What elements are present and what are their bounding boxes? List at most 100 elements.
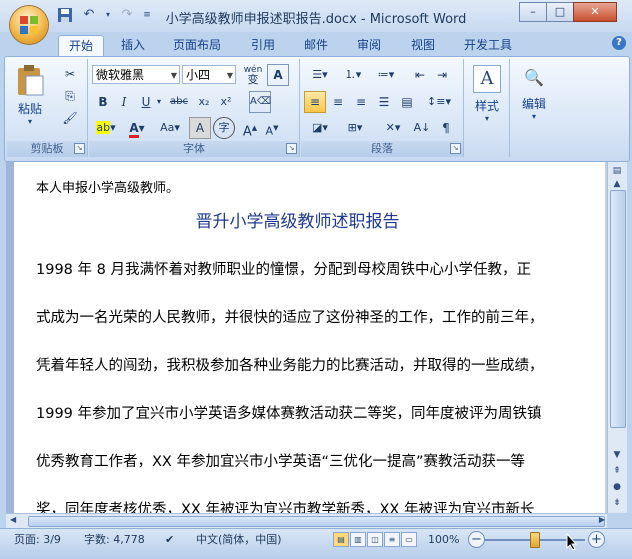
browse-object-icon[interactable]: ● [610,480,624,494]
increase-indent-icon[interactable]: ⇥ [431,64,453,86]
office-button[interactable] [10,6,48,44]
undo-icon[interactable]: ↶ [80,7,98,23]
align-center-icon[interactable]: ≡ [327,91,349,113]
mouse-cursor-icon [566,532,578,554]
close-button[interactable]: ✕ [573,2,617,22]
help-icon[interactable]: ? [612,36,626,50]
grow-font-icon[interactable]: A▲ [239,117,261,139]
distributed-icon[interactable]: ▤ [396,91,418,113]
underline-dropdown-icon[interactable]: ▾ [153,91,165,113]
copy-icon[interactable]: ⎘ [59,85,81,107]
qat-customize-icon[interactable]: ≡ [142,7,152,23]
document-area: 本人申报小学高级教师。 晋升小学高级教师述职报告 1998 年 8 月我满怀着对… [6,162,605,513]
line-spacing-icon[interactable]: ↕≡▾ [423,91,455,113]
sort-icon[interactable]: A↓ [411,117,433,139]
tab-view[interactable]: 视图 [403,35,443,55]
scroll-right-icon[interactable]: ▶ [599,515,605,524]
paragraph-launcher-icon[interactable]: ↘ [450,143,461,154]
editing-group: 🔍 编辑 ▾ [511,59,557,157]
enclose-characters-icon[interactable]: 字 [213,117,235,139]
document-line: 1998 年 8 月我满怀着对教师职业的憧憬，分配到母校周铁中心小学任教，正 [36,262,531,278]
align-right-icon[interactable]: ≡ [350,91,372,113]
web-layout-icon[interactable]: ◫ [367,532,383,547]
multilevel-list-icon[interactable]: ≔▾ [370,64,402,86]
shading-icon[interactable]: ◪▾ [304,117,336,139]
minimize-button[interactable]: – [519,2,547,22]
title-bar: 小学高级教师申报述职报告.docx - Microsoft Word ↶ ▾ ↷… [0,0,632,32]
tab-mailings[interactable]: 邮件 [296,35,336,55]
zoom-in-button[interactable]: + [588,531,605,548]
borders-icon[interactable]: ⊞▾ [339,117,371,139]
scroll-down-icon[interactable]: ▼ [610,448,624,462]
clear-formatting-icon[interactable]: A⌫ [249,91,271,113]
font-name-value: 微软雅黑 [96,68,145,82]
next-page-icon[interactable]: ⇟ [610,496,624,510]
ruler-toggle-icon[interactable]: ▤ [610,164,624,178]
tab-page-layout[interactable]: 页面布局 [165,35,229,55]
font-name-combo[interactable]: 微软雅黑 ▼ [92,65,180,84]
superscript-icon[interactable]: x² [215,91,237,113]
font-color-icon[interactable]: A▾ [123,117,151,139]
strikethrough-icon[interactable]: abc [165,91,193,113]
styles-button[interactable]: A 样式 ▾ [468,65,506,123]
status-bar: 页面: 3/9 字数: 4,778 ✔ 中文(简体，中国) ▤ ▥ ◫ ≡ ▭ … [0,528,632,559]
vertical-scroll-thumb[interactable] [610,190,626,428]
scroll-up-icon[interactable]: ▲ [610,177,624,191]
editing-label: 编辑 [521,97,546,111]
font-launcher-icon[interactable]: ↘ [286,143,297,154]
zoom-out-button[interactable]: − [468,531,485,548]
save-icon[interactable] [56,7,74,23]
character-shading-icon[interactable]: A [189,117,211,139]
zoom-slider-knob[interactable] [530,532,540,548]
font-size-value: 小四 [186,68,211,82]
justify-icon[interactable]: ☰ [373,91,395,113]
clipboard-group: 粘贴 ▾ ✂ ⎘ 🖌 剪贴板 ↘ [7,59,88,157]
proofing-icon[interactable]: ✔ [165,532,174,548]
page-indicator[interactable]: 页面: 3/9 [14,532,61,548]
bold-icon[interactable]: B [92,91,114,113]
print-layout-icon[interactable]: ▤ [333,532,349,547]
chinese-layout-icon[interactable]: ✕▾ [377,117,409,139]
redo-icon[interactable]: ↷ [118,7,136,23]
tab-references[interactable]: 引用 [243,35,283,55]
shrink-font-icon[interactable]: A▼ [261,117,283,139]
draft-icon[interactable]: ▭ [401,532,417,547]
tab-insert[interactable]: 插入 [112,35,154,55]
decrease-indent-icon[interactable]: ⇤ [409,64,431,86]
font-size-combo[interactable]: 小四 ▼ [182,65,236,84]
full-screen-reading-icon[interactable]: ▥ [350,532,366,547]
highlight-icon[interactable]: ab▾ [92,117,120,139]
align-left-icon[interactable]: ≡ [304,91,326,113]
italic-icon[interactable]: I [113,91,135,113]
character-border-icon[interactable]: A [267,64,289,86]
styles-group: A 样式 ▾ [465,59,510,157]
horizontal-scroll-thumb[interactable] [28,516,605,527]
language-indicator[interactable]: 中文(简体，中国) [196,532,282,548]
word-count[interactable]: 字数: 4,778 [84,532,145,548]
tab-review[interactable]: 审阅 [349,35,389,55]
tab-home[interactable]: 开始 [58,35,104,56]
show-marks-icon[interactable]: ¶ [435,117,457,139]
cut-icon[interactable]: ✂ [59,63,81,85]
document-page[interactable]: 本人申报小学高级教师。 晋升小学高级教师述职报告 1998 年 8 月我满怀着对… [14,162,605,513]
previous-page-icon[interactable]: ⇞ [610,464,624,478]
qat-dropdown-icon[interactable]: ▾ [104,7,112,23]
editing-button[interactable]: 🔍 编辑 ▾ [515,65,553,121]
clipboard-launcher-icon[interactable]: ↘ [74,143,85,154]
scroll-left-icon[interactable]: ◀ [10,515,16,524]
bullets-icon[interactable]: ☰▾ [304,64,336,86]
document-line: 凭着年轻人的闯劲，我积极参加各种业务能力的比赛活动，并取得的一些成绩， [36,358,544,374]
change-case-icon[interactable]: Aa▾ [155,117,185,139]
tab-developer[interactable]: 开发工具 [456,35,520,55]
format-painter-icon[interactable]: 🖌 [59,107,81,129]
numbering-icon[interactable]: ⒈▾ [337,64,369,86]
horizontal-scrollbar[interactable]: ◀ ▶ [6,513,607,528]
subscript-icon[interactable]: x₂ [193,91,215,113]
phonetic-guide-button[interactable]: wén 变 [241,64,265,86]
maximize-button[interactable]: □ [546,2,574,22]
paste-button[interactable]: 粘贴 ▾ [13,63,47,126]
phonetic-char: 变 [247,73,259,86]
vertical-scrollbar[interactable]: ▤ ▲ ▼ ⇞ ● ⇟ [607,162,627,513]
zoom-level[interactable]: 100% [428,532,459,548]
outline-icon[interactable]: ≡ [384,532,400,547]
